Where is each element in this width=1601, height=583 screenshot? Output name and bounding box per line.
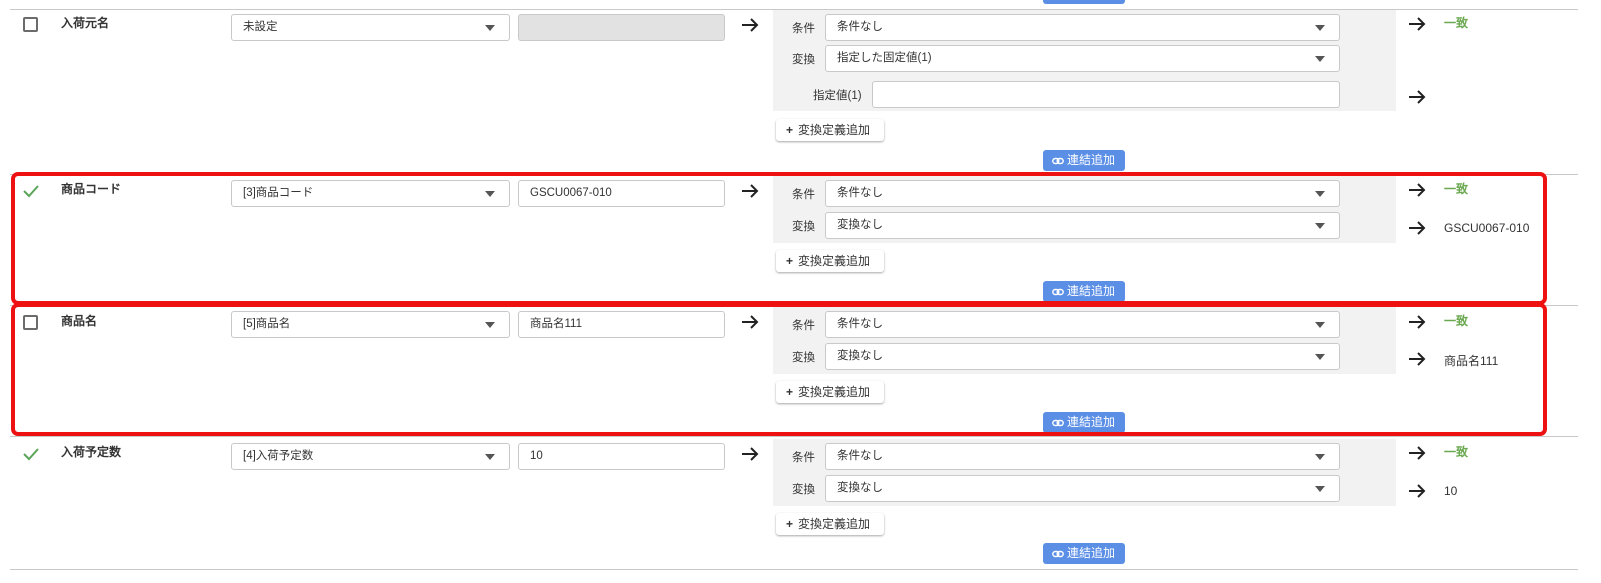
row-checkbox[interactable] (23, 17, 38, 32)
link-add-button[interactable]: 連結追加 (1043, 150, 1125, 171)
add-def-label: 変換定義追加 (798, 123, 871, 137)
link-icon (1052, 157, 1064, 165)
add-transform-definition-button[interactable]: + 変換定義追加 (776, 119, 884, 141)
field-name: 入荷予定数 (61, 445, 122, 459)
arrow-right-icon (1409, 484, 1426, 498)
row-divider (10, 436, 1578, 437)
match-status: 一致 (1444, 16, 1469, 30)
link-add-label: 連結追加 (1067, 546, 1116, 560)
convert-label: 変換 (792, 54, 815, 66)
convert-label: 変換 (792, 484, 815, 496)
match-status: 一致 (1444, 445, 1469, 459)
highlight-box-product-name (11, 303, 1547, 436)
caret-down-icon (1315, 56, 1325, 62)
condition-label: 条件 (792, 452, 815, 464)
convert-select[interactable]: 指定した固定値(1) (825, 45, 1340, 72)
condition-value: 条件なし (837, 450, 883, 462)
plus-icon: + (786, 517, 794, 531)
highlight-box-product-code (11, 172, 1547, 305)
top-link-add-button[interactable] (1043, 0, 1125, 4)
source-column-select[interactable]: [4]入荷予定数 (231, 443, 510, 470)
plus-icon: + (786, 123, 794, 137)
caret-down-icon (485, 25, 495, 31)
field-name: 入荷元名 (61, 16, 110, 30)
link-add-label: 連結追加 (1067, 153, 1116, 167)
fixed-value-input[interactable] (872, 81, 1340, 108)
link-add-button[interactable]: 連結追加 (1043, 543, 1125, 564)
condition-value: 条件なし (837, 21, 883, 33)
arrow-right-icon (1409, 90, 1426, 104)
row-divider (10, 569, 1578, 570)
arrow-right-icon (1409, 446, 1426, 460)
source-column-value: 未設定 (243, 21, 278, 33)
fixed-value-label: 指定値(1) (813, 90, 862, 102)
condition-select[interactable]: 条件なし (825, 443, 1340, 470)
source-value-field (518, 14, 725, 41)
source-value-field[interactable]: 10 (518, 443, 725, 470)
add-transform-definition-button[interactable]: + 変換定義追加 (776, 513, 884, 535)
arrow-right-icon (1409, 17, 1426, 31)
caret-down-icon (1315, 25, 1325, 31)
source-column-value: [4]入荷予定数 (243, 450, 314, 462)
link-icon (1052, 550, 1064, 558)
result-value: 10 (1444, 484, 1458, 498)
convert-value: 指定した固定値(1) (837, 52, 932, 64)
caret-down-icon (1315, 454, 1325, 460)
check-mark-icon (23, 448, 39, 461)
caret-down-icon (1315, 486, 1325, 492)
arrow-right-icon (742, 447, 759, 461)
source-column-select[interactable]: 未設定 (231, 14, 510, 41)
caret-down-icon (485, 454, 495, 460)
condition-label: 条件 (792, 23, 815, 35)
condition-select[interactable]: 条件なし (825, 14, 1340, 41)
arrow-right-icon (742, 18, 759, 32)
convert-select[interactable]: 変換なし (825, 475, 1340, 502)
field-mapping-page: 入荷元名 未設定 条件 条件なし 変換 指定した固定値(1) 指定値(1) + 変… (0, 0, 1601, 583)
add-def-label: 変換定義追加 (798, 517, 871, 531)
convert-value: 変換なし (837, 482, 883, 494)
